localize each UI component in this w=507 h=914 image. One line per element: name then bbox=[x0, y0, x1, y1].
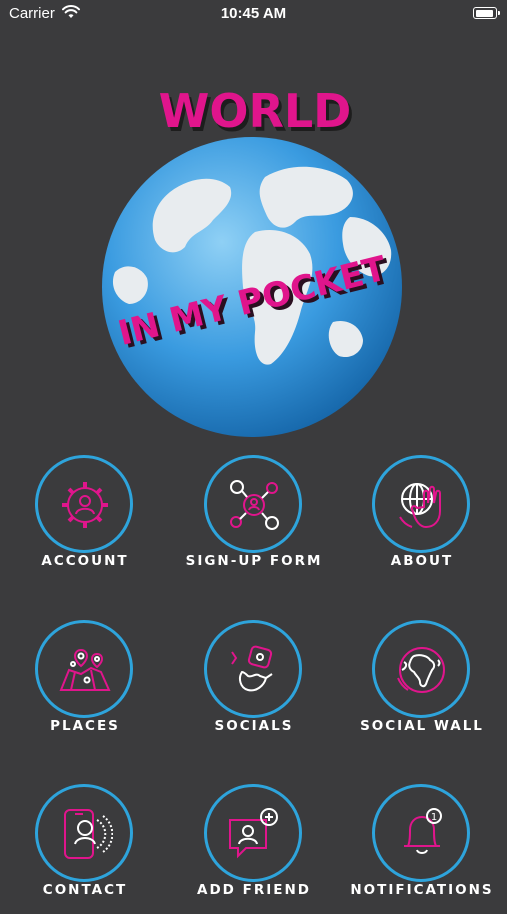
clock: 10:45 AM bbox=[220, 5, 287, 22]
menu-account[interactable]: ACCOUNT bbox=[10, 455, 160, 585]
menu-signup-form-label: SIGN-UP FORM bbox=[185, 553, 323, 569]
menu-places[interactable]: PLACES bbox=[10, 620, 160, 750]
menu-about-label: ABOUT bbox=[390, 553, 454, 569]
account-gear-icon bbox=[62, 482, 108, 528]
menu-contact-label: CONTACT bbox=[42, 882, 128, 898]
menu-contact[interactable]: CONTACT bbox=[10, 784, 160, 914]
menu-social-wall-label: SOCIAL WALL bbox=[360, 718, 484, 734]
map-pins-icon bbox=[59, 648, 111, 691]
menu-socials[interactable]: SOCIALS bbox=[179, 620, 329, 750]
globe-hand-icon bbox=[399, 483, 441, 529]
add-friend-icon bbox=[229, 808, 278, 859]
menu-about[interactable]: ABOUT bbox=[347, 455, 497, 585]
menu-signup-form[interactable]: SIGN-UP FORM bbox=[179, 455, 329, 585]
bell-icon: 1 bbox=[404, 808, 442, 854]
menu-places-label: PLACES bbox=[50, 718, 120, 734]
menu-social-wall[interactable]: SOCIAL WALL bbox=[347, 620, 497, 750]
menu-account-label: ACCOUNT bbox=[41, 553, 129, 569]
logo-world-text: WORLD bbox=[159, 84, 352, 138]
phone-contact-icon bbox=[64, 809, 113, 859]
menu-notifications-label: NOTIFICATIONS bbox=[350, 882, 494, 898]
app-logo: WORLD WORLD IN MY POCKET IN MY POCKET bbox=[95, 82, 415, 442]
battery-icon bbox=[473, 7, 500, 19]
globe-africa-icon bbox=[397, 647, 445, 693]
menu-add-friend[interactable]: ADD FRIEND bbox=[179, 784, 329, 914]
notification-badge: 1 bbox=[431, 812, 437, 823]
menu-socials-label: SOCIALS bbox=[214, 718, 294, 734]
signup-network-icon bbox=[230, 480, 279, 530]
social-chat-icon bbox=[231, 645, 273, 692]
menu-notifications[interactable]: 1 NOTIFICATIONS bbox=[347, 784, 497, 914]
menu-add-friend-label: ADD FRIEND bbox=[197, 882, 311, 898]
status-bar: Carrier 10:45 AM bbox=[0, 0, 507, 30]
